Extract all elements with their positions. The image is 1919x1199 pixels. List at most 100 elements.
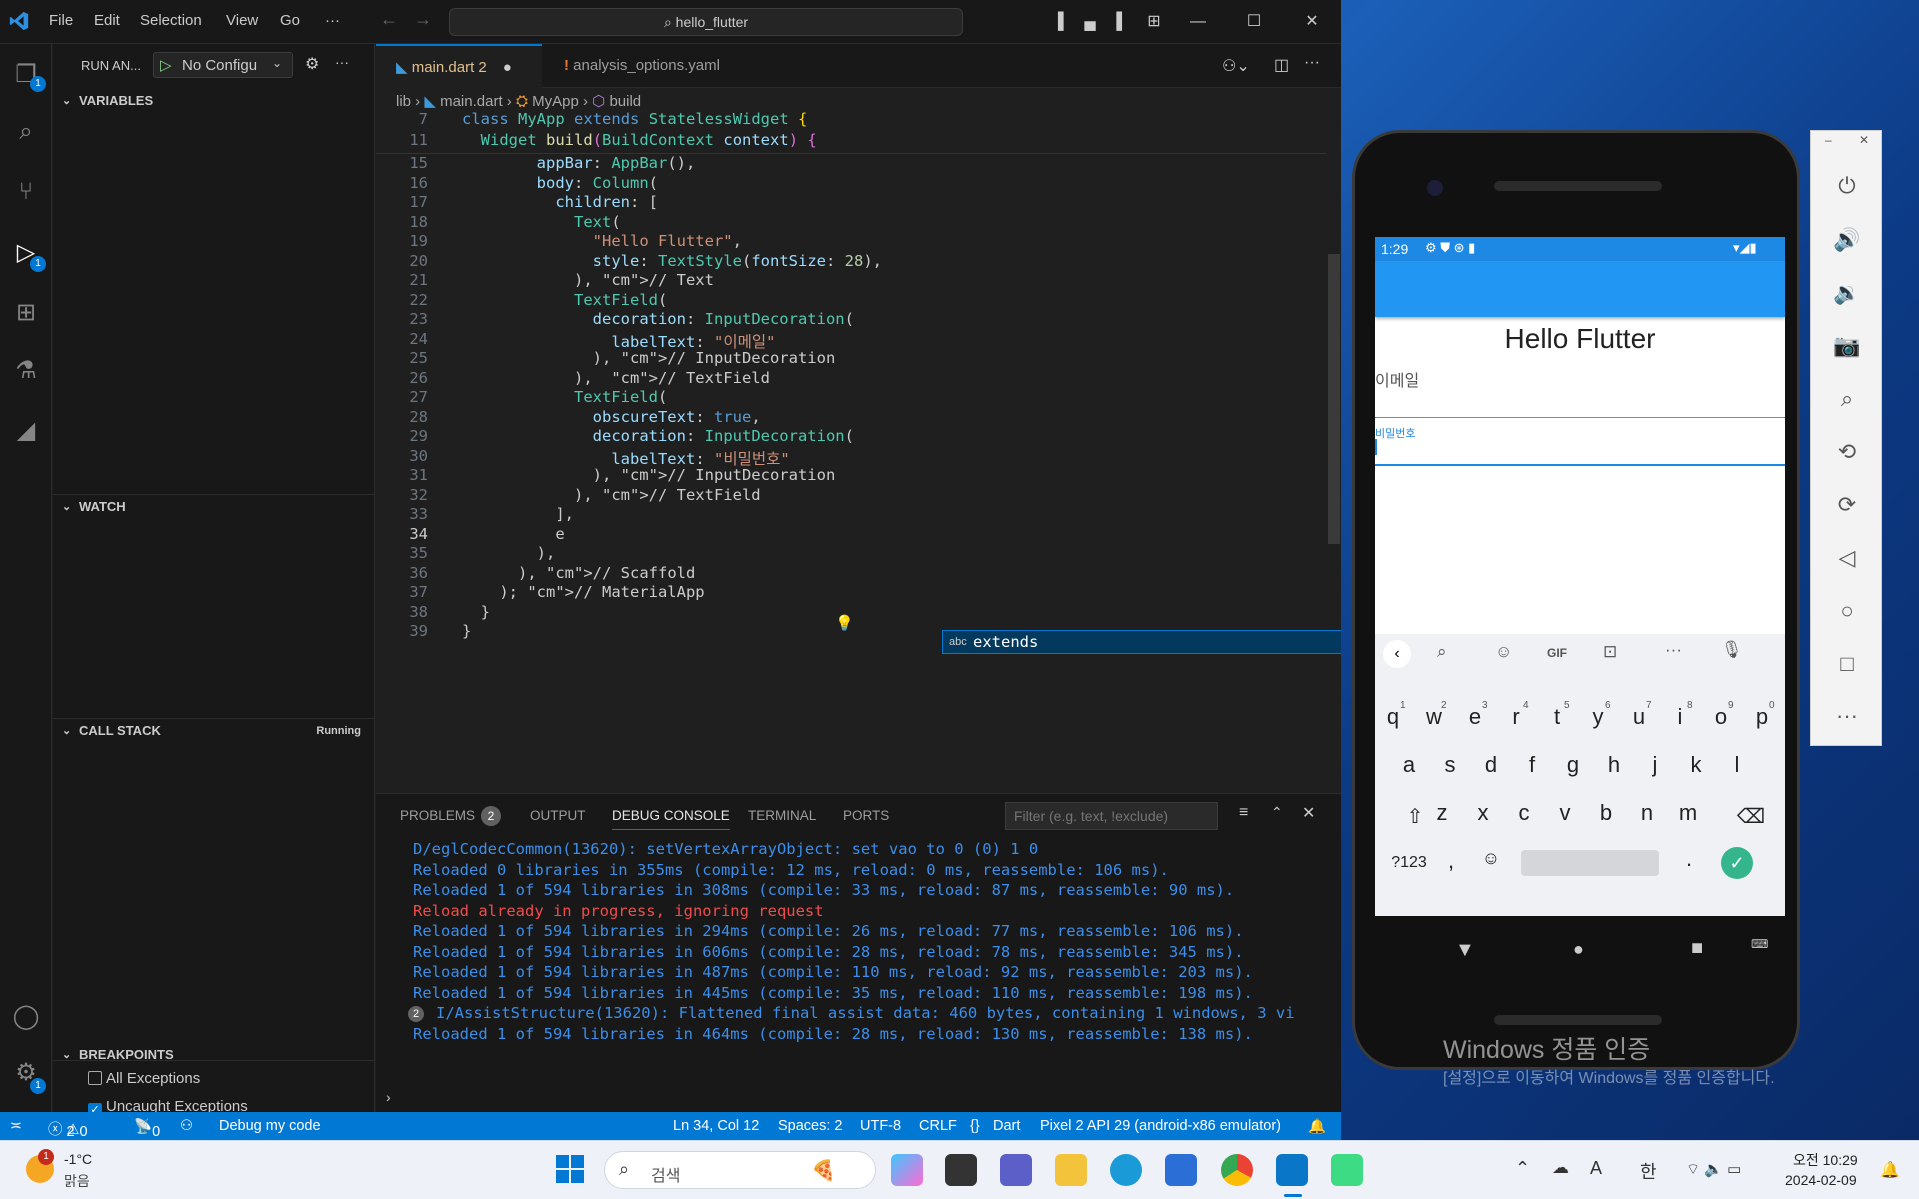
command-center-search[interactable]: ⌕ hello_flutter [449,8,963,36]
eol-status[interactable]: CRLF [919,1118,957,1134]
code-line[interactable]: ], [462,505,574,523]
testing-flask-icon[interactable]: ⚗ [10,356,42,388]
overview-icon[interactable]: □ [1831,651,1863,683]
taskbar-search[interactable]: ⌕ 검색 🍕 [604,1151,876,1189]
keyboard-switch-icon[interactable]: ⌨ [1751,937,1768,951]
code-line[interactable]: "Hello Flutter", [462,232,742,250]
comma-key[interactable]: , [1431,848,1471,874]
code-line[interactable]: e [462,525,564,543]
shift-key-icon[interactable]: ⇧ [1395,804,1435,829]
menu-file[interactable]: File [49,12,73,29]
breadcrumb-file[interactable]: main.dart [440,93,503,110]
edge-browser-icon[interactable] [1110,1154,1142,1186]
emulator-close-button[interactable]: ✕ [1859,133,1869,147]
rotate-right-icon[interactable]: ⟳ [1831,492,1863,524]
wifi-volume-battery-icons[interactable]: ⌔ 🔈 ▭ [1686,1160,1741,1179]
emoji-key-icon[interactable]: ☺ [1471,848,1511,869]
code-line[interactable]: decoration: InputDecoration( [462,427,854,445]
more-actions-icon[interactable]: ··· [1304,54,1320,72]
volume-up-icon[interactable]: 🔊 [1831,227,1863,259]
console-input-chevron-icon[interactable]: › [386,1089,391,1105]
code-line[interactable]: ), [462,544,556,562]
variables-header[interactable]: ⌄ VARIABLES [53,90,375,112]
key-n[interactable]: n [1627,800,1667,826]
maximize-panel-icon[interactable]: ⌃ [1271,804,1283,821]
key-a[interactable]: a [1389,752,1429,778]
sticker-icon[interactable]: ☺ [1495,642,1512,662]
emulator-minimize-button[interactable]: – [1825,133,1832,147]
tab-ports[interactable]: PORTS [843,808,889,823]
tray-overflow-icon[interactable]: ⌃ [1515,1158,1530,1179]
key-r[interactable]: r [1496,704,1536,730]
code-line[interactable]: ), "cm">// InputDecoration [462,349,836,367]
key-i[interactable]: i [1660,704,1700,730]
camera-icon[interactable]: 📷 [1831,333,1863,365]
key-x[interactable]: x [1463,800,1503,826]
backspace-key-icon[interactable]: ⌫ [1731,804,1771,829]
toggle-secondary-sidebar-icon[interactable]: ▌ [1109,10,1135,34]
teams-chat-icon[interactable] [1000,1154,1032,1186]
all-exceptions-checkbox[interactable] [88,1071,102,1085]
key-k[interactable]: k [1676,752,1716,778]
code-line[interactable]: ), "cm">// TextField [462,486,761,504]
all-exceptions-row[interactable]: All Exceptions [88,1070,200,1087]
call-stack-header[interactable]: ⌄ CALL STACK Running [53,720,375,742]
problems-status[interactable]: ⓧ 2 ⚠ 0 [48,1118,88,1140]
copilot-icon[interactable] [891,1154,923,1186]
menu-view[interactable]: View [226,12,258,29]
code-line[interactable]: Text( [462,213,621,231]
breadcrumb-method[interactable]: build [609,93,641,110]
encoding-status[interactable]: UTF-8 [860,1118,901,1134]
nav-recents-icon[interactable]: ■ [1691,937,1703,960]
launch-config-select[interactable]: ▷ No Configu ⌄ [153,52,293,78]
code-line[interactable]: TextField( [462,388,667,406]
toggle-sidebar-icon[interactable]: ▐ [1045,10,1071,34]
menu-go[interactable]: Go [280,12,300,29]
zoom-icon[interactable]: ⌕ [1831,386,1863,418]
key-p[interactable]: p [1742,704,1782,730]
task-view-icon[interactable] [945,1154,977,1186]
key-q[interactable]: q [1375,704,1413,730]
file-explorer-icon[interactable] [1055,1154,1087,1186]
key-v[interactable]: v [1545,800,1585,826]
debug-config-status[interactable]: Debug my code [219,1118,321,1134]
tab-output[interactable]: OUTPUT [530,808,586,823]
watch-header[interactable]: ⌄ WATCH [53,496,375,518]
breakpoints-header[interactable]: ⌄ BREAKPOINTS [53,1044,375,1066]
nav-home-icon[interactable]: ● [1573,939,1584,960]
code-line[interactable]: style: TextStyle(fontSize: 28), [462,252,882,270]
email-field[interactable] [1375,417,1785,418]
code-line[interactable]: ), "cm">// InputDecoration [462,466,836,484]
clock-date[interactable]: 2024-02-09 [1785,1172,1857,1188]
space-key[interactable] [1521,850,1659,876]
microsoft-store-icon[interactable] [1165,1154,1197,1186]
cursor-position[interactable]: Ln 34, Col 12 [673,1118,759,1134]
ime-mode-indicator[interactable]: A [1590,1158,1602,1179]
enter-check-icon[interactable]: ✓ [1721,847,1753,879]
lightbulb-icon[interactable]: 💡 [835,614,854,632]
breadcrumb-lib[interactable]: lib [396,93,411,110]
close-panel-icon[interactable]: ✕ [1302,803,1315,823]
key-l[interactable]: l [1717,752,1757,778]
code-line[interactable]: TextField( [462,291,667,309]
notifications-bell-icon[interactable]: 🔔 [1308,1118,1326,1135]
power-icon[interactable]: ⏻ [1831,173,1863,205]
menu-more[interactable]: ··· [325,12,340,29]
indentation-status[interactable]: Spaces: 2 [778,1118,843,1134]
key-w[interactable]: w [1414,704,1454,730]
key-g[interactable]: g [1553,752,1593,778]
period-key[interactable]: . [1669,846,1709,872]
code-line[interactable]: ); "cm">// MaterialApp [462,583,704,601]
forward-arrow-icon[interactable]: → [414,9,432,30]
tab-debug-console[interactable]: DEBUG CONSOLE [612,808,730,830]
ime-language-indicator[interactable]: 한 [1640,1158,1657,1184]
key-h[interactable]: h [1594,752,1634,778]
minimize-button[interactable]: — [1185,10,1211,34]
code-line[interactable]: appBar: AppBar(), [462,154,696,172]
extended-controls-icon[interactable]: ··· [1831,703,1863,735]
volume-down-icon[interactable]: 🔉 [1831,280,1863,312]
extensions-icon[interactable]: ⊞ [10,298,42,330]
tab-problems[interactable]: PROBLEMS [400,808,475,823]
close-button[interactable]: ✕ [1299,10,1325,34]
search-icon[interactable]: ⌕ [10,118,42,150]
